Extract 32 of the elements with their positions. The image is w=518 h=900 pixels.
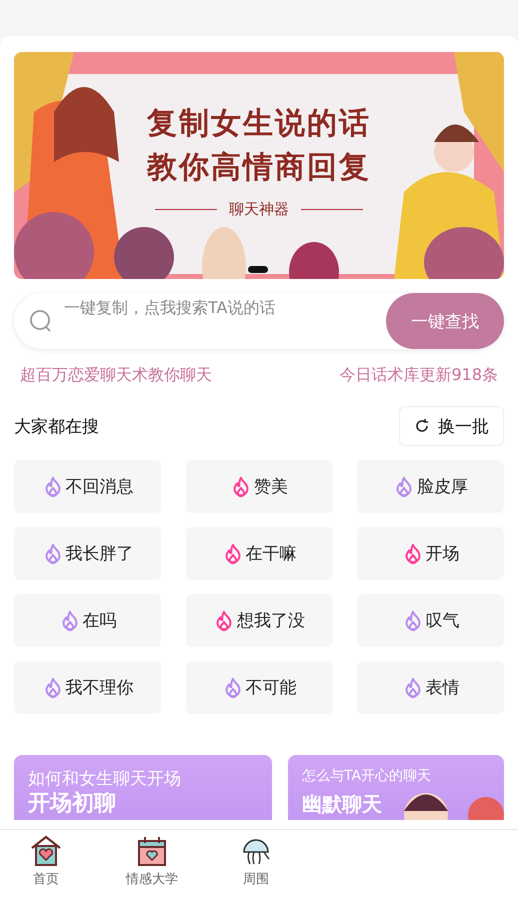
search-tag[interactable]: 开场 (357, 527, 504, 580)
nav-tab[interactable]: 情感大学 (106, 830, 198, 900)
banner-subtitle: 聊天神器 (229, 200, 289, 219)
refresh-button[interactable]: 换一批 (399, 406, 504, 446)
banner[interactable]: 复制女生说的话 教你高情商回复 聊天神器 (14, 52, 504, 279)
search-tag[interactable]: 我不理你 (14, 661, 161, 714)
refresh-icon (414, 418, 430, 434)
card-title: 开场初聊 (28, 791, 116, 817)
search-tag[interactable]: 不回消息 (14, 460, 161, 513)
search-tag[interactable]: 在干嘛 (186, 527, 332, 580)
nav-tab[interactable]: 周围 (210, 830, 302, 900)
search-field[interactable]: 一键复制，点我搜索TA说的话 (62, 297, 386, 318)
card-subtitle: 如何和女生聊天开场 (28, 768, 181, 790)
search-tag[interactable]: 我长胖了 (14, 527, 161, 580)
banner-headline: 复制女生说的话 (147, 105, 371, 143)
nav-tab[interactable]: 首页 (0, 830, 92, 900)
banner-headline: 教你高情商回复 (147, 149, 371, 187)
search-tag[interactable]: 赞美 (186, 460, 332, 513)
card-title: 幽默聊天 (302, 791, 382, 818)
search-tag[interactable]: 表情 (357, 661, 504, 714)
card-subtitle: 怎么与TA开心的聊天 (302, 767, 432, 785)
search-tag[interactable]: 在吗 (14, 594, 161, 647)
search-tag[interactable]: 脸皮厚 (357, 460, 504, 513)
house-heart-icon (29, 834, 63, 868)
tagline: 超百万恋爱聊天术教你聊天 (20, 365, 212, 386)
tagline: 今日话术库更新918条 (339, 365, 498, 386)
search-tag[interactable]: 不可能 (186, 661, 332, 714)
search-tag[interactable]: 叹气 (357, 594, 504, 647)
calendar-heart-icon (135, 834, 169, 868)
carousel-indicator[interactable] (248, 266, 268, 273)
search-tag[interactable]: 想我了没 (186, 594, 332, 647)
section-title: 大家都在搜 (14, 416, 99, 438)
